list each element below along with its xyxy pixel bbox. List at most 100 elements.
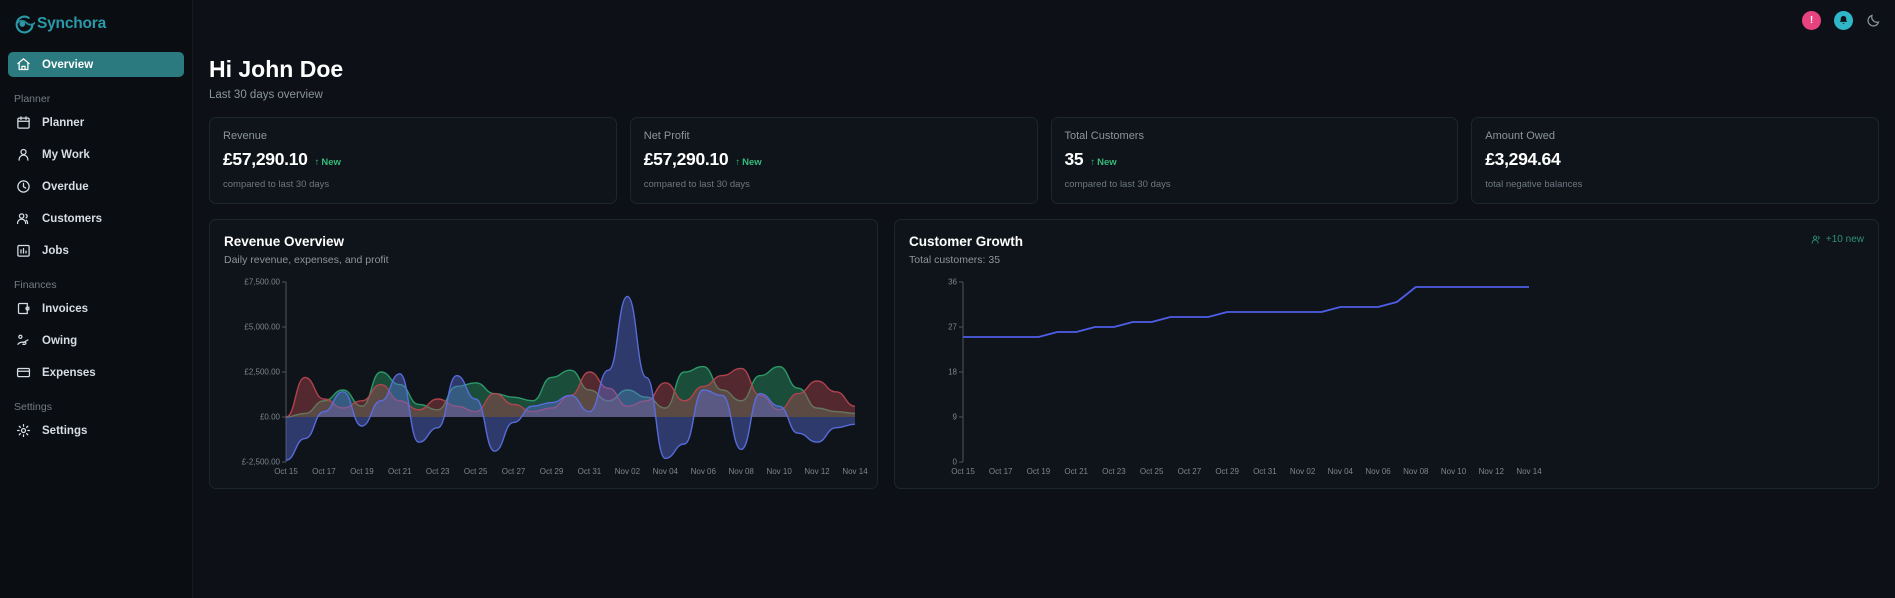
y-axis-tick-label: 0: [952, 457, 957, 467]
page-subtitle: Last 30 days overview: [209, 89, 323, 101]
y-axis-tick-label: £7,500.00: [244, 277, 280, 287]
sidebar-item-label: Overview: [42, 58, 94, 71]
calendar-icon: [16, 115, 31, 130]
x-axis-tick-label: Oct 17: [988, 467, 1013, 476]
x-axis-tick-label: Nov 02: [1289, 467, 1316, 476]
new-customers-badge: +10 new: [1811, 234, 1864, 245]
sidebar-item-settings[interactable]: Settings: [8, 418, 184, 443]
sidebar-item-label: Invoices: [42, 302, 89, 315]
sidebar-item-customers[interactable]: Customers: [8, 206, 184, 231]
swirl-logo-icon: [14, 14, 35, 35]
sidebar-group-planner-label: Planner: [14, 93, 51, 105]
sidebar-item-overdue[interactable]: Overdue: [8, 174, 184, 199]
y-axis-tick-label: £2,500.00: [244, 367, 280, 377]
sidebar-item-jobs[interactable]: Jobs: [8, 238, 184, 263]
stat-cards: Revenue £57,290.10 ↑ New compared to las…: [209, 117, 1879, 204]
x-axis-tick-label: Oct 21: [1064, 467, 1088, 476]
stat-card-amount-owed[interactable]: Amount Owed £3,294.64 total negative bal…: [1471, 117, 1879, 204]
x-axis-tick-label: Nov 10: [1440, 467, 1467, 476]
x-axis-tick-label: Nov 14: [842, 467, 868, 476]
panel-subtitle: Daily revenue, expenses, and profit: [224, 254, 389, 266]
x-axis-tick-label: Oct 15: [274, 467, 298, 476]
sidebar-item-label: Expenses: [42, 366, 96, 379]
sidebar-item-invoices[interactable]: Invoices: [8, 296, 184, 321]
user-icon: [16, 147, 31, 162]
revenue-chart[interactable]: £7,500.00 £5,000.00 £2,500.00 £0.00 £-2,500.…: [224, 276, 868, 484]
x-axis-tick-label: Nov 04: [652, 467, 679, 476]
sidebar-item-overview[interactable]: Overview: [8, 52, 184, 77]
customer-growth-chart[interactable]: 36 27 18 9 0 Oct 15 Oct 17 Oct 19 Oct 21 Oct 23 Oc…: [909, 276, 1864, 484]
stat-card-total-customers[interactable]: Total Customers 35 ↑ New compared to las…: [1050, 117, 1459, 204]
x-axis-tick-label: Oct 27: [1177, 467, 1202, 476]
y-axis-tick-label: £0.00: [259, 412, 280, 422]
x-axis-tick-label: Oct 17: [312, 467, 336, 476]
sidebar-item-label: Planner: [42, 116, 85, 129]
main-content: Hi John Doe Last 30 days overview Revenu…: [193, 40, 1895, 598]
x-axis-tick-label: Nov 08: [728, 467, 754, 476]
sidebar-item-label: Owing: [42, 334, 78, 347]
stat-delta: ↑ New: [315, 157, 341, 168]
x-axis-tick-label: Nov 06: [1365, 467, 1391, 476]
stat-footer: compared to last 30 days: [1064, 179, 1171, 190]
sidebar-nav: Overview Planner Planner My Work Overdue…: [0, 44, 192, 450]
stat-footer: compared to last 30 days: [643, 179, 750, 190]
chart-panels: Revenue Overview Daily revenue, expenses…: [209, 219, 1879, 489]
users-icon: [16, 211, 31, 226]
x-axis-tick-label: Nov 02: [614, 467, 641, 476]
stat-delta: ↑ New: [1090, 157, 1116, 168]
hand-coin-icon: [16, 333, 31, 348]
x-axis-tick-label: Nov 12: [1478, 467, 1504, 476]
sidebar-item-label: Jobs: [42, 244, 69, 257]
stat-delta-label: New: [1097, 157, 1117, 168]
x-axis-tick-label: Nov 12: [804, 467, 830, 476]
badge-label: +10 new: [1825, 234, 1864, 245]
x-axis-tick-label: Nov 04: [1327, 467, 1354, 476]
bell-icon[interactable]: [1834, 10, 1853, 30]
x-axis-tick-label: Oct 29: [539, 467, 564, 476]
revenue-overview-panel: Revenue Overview Daily revenue, expenses…: [209, 219, 878, 489]
x-axis-tick-label: Oct 19: [350, 467, 374, 476]
sidebar-item-owing[interactable]: Owing: [8, 328, 184, 353]
moon-icon[interactable]: [1866, 13, 1881, 28]
content-area: ! Hi John Doe Last 30 days overview Reve…: [193, 0, 1895, 598]
stat-label: Net Profit: [643, 130, 690, 142]
sidebar-item-label: My Work: [42, 148, 90, 161]
stat-footer: total negative balances: [1485, 179, 1583, 190]
sidebar-item-label: Settings: [42, 424, 88, 437]
home-icon: [16, 57, 31, 72]
panel-title: Revenue Overview: [224, 234, 345, 249]
sidebar-item-label: Overdue: [42, 180, 89, 193]
stat-delta-label: New: [742, 157, 762, 168]
customer-growth-panel: Customer Growth Total customers: 35 +10 …: [894, 219, 1879, 489]
topbar: !: [193, 0, 1895, 40]
x-axis-tick-label: Oct 25: [463, 467, 488, 476]
x-axis-tick-label: Oct 27: [501, 467, 526, 476]
sidebar-item-expenses[interactable]: Expenses: [8, 360, 184, 385]
x-axis-tick-label: Oct 31: [577, 467, 602, 476]
wallet-icon: [16, 301, 31, 316]
x-axis-tick-label: Oct 15: [951, 467, 975, 476]
x-axis-tick-label: Oct 23: [1102, 467, 1126, 476]
exclamation-badge-icon[interactable]: !: [1802, 10, 1821, 30]
stat-card-revenue[interactable]: Revenue £57,290.10 ↑ New compared to las…: [209, 117, 617, 204]
sidebar-group-finances-label: Finances: [14, 279, 57, 291]
y-axis-tick-label: 18: [948, 367, 957, 377]
x-axis-tick-label: Oct 29: [1215, 467, 1239, 476]
brand[interactable]: Synchora: [0, 4, 192, 44]
x-axis-tick-label: Oct 31: [1253, 467, 1277, 476]
stat-value: £57,290.10: [223, 149, 308, 169]
panel-title: Customer Growth: [909, 234, 1024, 249]
y-axis-tick-label: 27: [948, 322, 957, 332]
sidebar-item-my-work[interactable]: My Work: [8, 142, 184, 167]
stat-value: £57,290.10: [643, 149, 729, 169]
stat-delta-label: New: [321, 157, 341, 168]
sidebar-item-planner[interactable]: Planner: [8, 110, 184, 135]
dashboard-app: Synchora Overview Planner Planner My Wor…: [0, 0, 1895, 598]
sidebar: Synchora Overview Planner Planner My Wor…: [0, 0, 193, 598]
sidebar-item-label: Customers: [42, 212, 103, 225]
stat-label: Revenue: [223, 130, 268, 142]
arrow-up-icon: ↑: [735, 157, 741, 168]
stat-card-net-profit[interactable]: Net Profit £57,290.10 ↑ New compared to …: [629, 117, 1038, 204]
brand-name: Synchora: [37, 15, 107, 32]
x-axis-tick-label: Nov 14: [1516, 467, 1542, 476]
